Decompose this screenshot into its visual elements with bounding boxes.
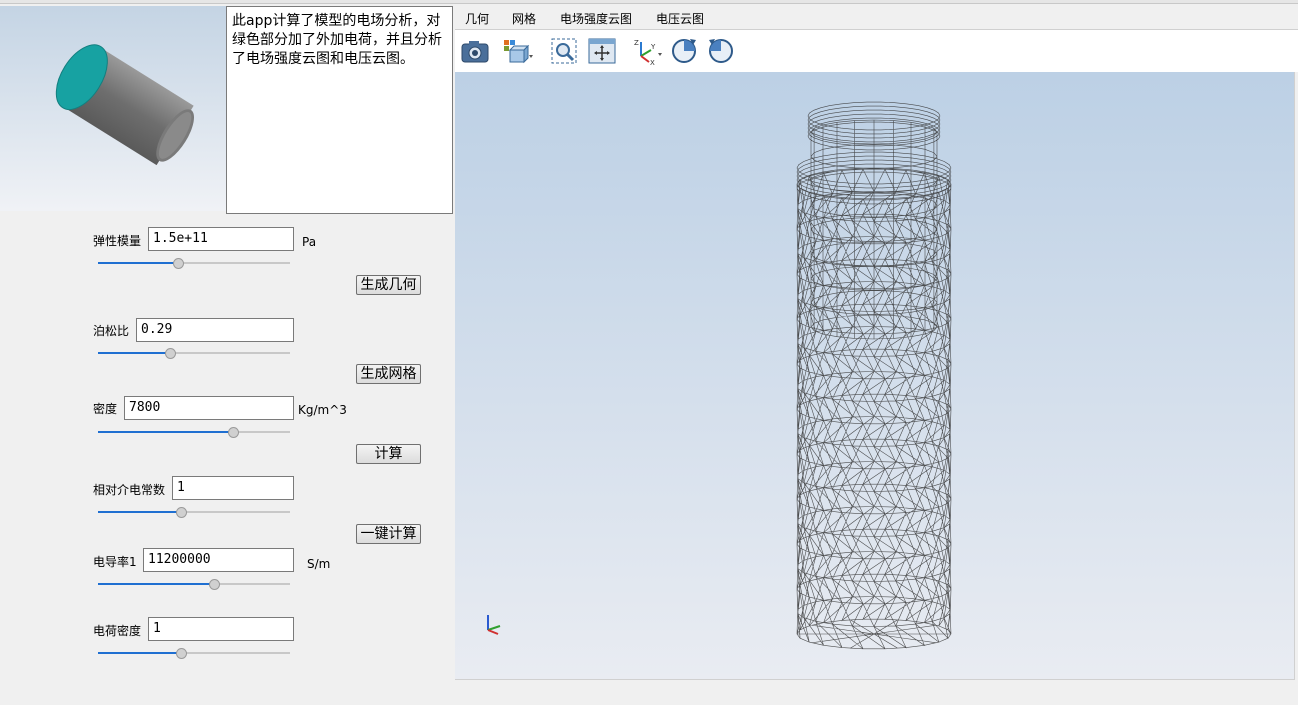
slider-thumb[interactable] <box>228 427 240 438</box>
density-slider[interactable] <box>98 426 290 438</box>
one-click-compute-button[interactable]: 一键计算 <box>356 524 421 544</box>
model-preview-image <box>0 6 226 211</box>
graphics-viewport[interactable] <box>455 72 1295 680</box>
tab-voltage[interactable]: 电压云图 <box>656 10 704 27</box>
conductivity-input[interactable]: 11200000 <box>143 548 294 572</box>
svg-text:Z: Z <box>634 39 639 47</box>
density-input[interactable]: 7800 <box>124 396 294 420</box>
youngs-modulus-slider[interactable] <box>98 257 290 269</box>
poisson-ratio-slider[interactable] <box>98 347 290 359</box>
zoom-box-icon[interactable] <box>549 36 581 66</box>
density-unit: Kg/m^3 <box>298 403 347 417</box>
wireframe-mesh <box>796 101 952 650</box>
charge-density-slider[interactable] <box>98 647 290 659</box>
tab-mesh[interactable]: 网格 <box>512 10 536 27</box>
poisson-ratio-label: 泊松比 <box>93 324 130 338</box>
rotate-ccw-icon[interactable] <box>705 36 737 66</box>
youngs-modulus-unit: Pa <box>302 235 317 249</box>
youngs-modulus-label: 弹性模量 <box>93 234 142 248</box>
generate-mesh-button[interactable]: 生成网格 <box>356 364 421 384</box>
view-cube-icon[interactable] <box>501 36 533 66</box>
camera-icon[interactable] <box>459 36 491 66</box>
youngs-modulus-input[interactable]: 1.5e+11 <box>148 227 294 251</box>
generate-geometry-button[interactable]: 生成几何 <box>356 275 421 295</box>
slider-thumb[interactable] <box>209 579 221 590</box>
zoom-extents-icon[interactable] <box>586 36 618 66</box>
density-label: 密度 <box>93 402 118 416</box>
mesh-edges <box>796 101 952 650</box>
conductivity-label: 电导率1 <box>93 555 137 569</box>
view-tab-bar: 几何 网格 电场强度云图 电压云图 <box>455 6 1298 30</box>
rotate-cw-icon[interactable] <box>668 36 700 66</box>
conductivity-unit: S/m <box>307 557 331 571</box>
charge-density-input[interactable]: 1 <box>148 617 294 641</box>
compute-button[interactable]: 计算 <box>356 444 421 464</box>
slider-thumb[interactable] <box>164 348 176 359</box>
svg-text:X: X <box>650 59 655 66</box>
permittivity-slider[interactable] <box>98 506 290 518</box>
permittivity-label: 相对介电常数 <box>93 483 166 497</box>
slider-thumb[interactable] <box>176 648 188 659</box>
slider-thumb[interactable] <box>172 258 184 269</box>
tab-field-strength[interactable]: 电场强度云图 <box>560 10 632 27</box>
charge-density-label: 电荷密度 <box>93 624 142 638</box>
description-text: 此app计算了模型的电场分析，对绿色部分加了外加电荷，并且分析了电场强度云图和电… <box>226 6 453 214</box>
poisson-ratio-input[interactable]: 0.29 <box>136 318 294 342</box>
tab-geometry[interactable]: 几何 <box>465 10 489 27</box>
slider-thumb[interactable] <box>176 507 188 518</box>
conductivity-slider[interactable] <box>98 578 290 590</box>
permittivity-input[interactable]: 1 <box>172 476 294 500</box>
window-top-border <box>0 0 1298 4</box>
axes-triad-icon <box>487 615 501 635</box>
graphics-toolbar: Z Y X <box>455 30 1298 72</box>
axes-orient-icon[interactable]: Z Y X <box>631 36 663 67</box>
svg-text:Y: Y <box>650 43 656 51</box>
